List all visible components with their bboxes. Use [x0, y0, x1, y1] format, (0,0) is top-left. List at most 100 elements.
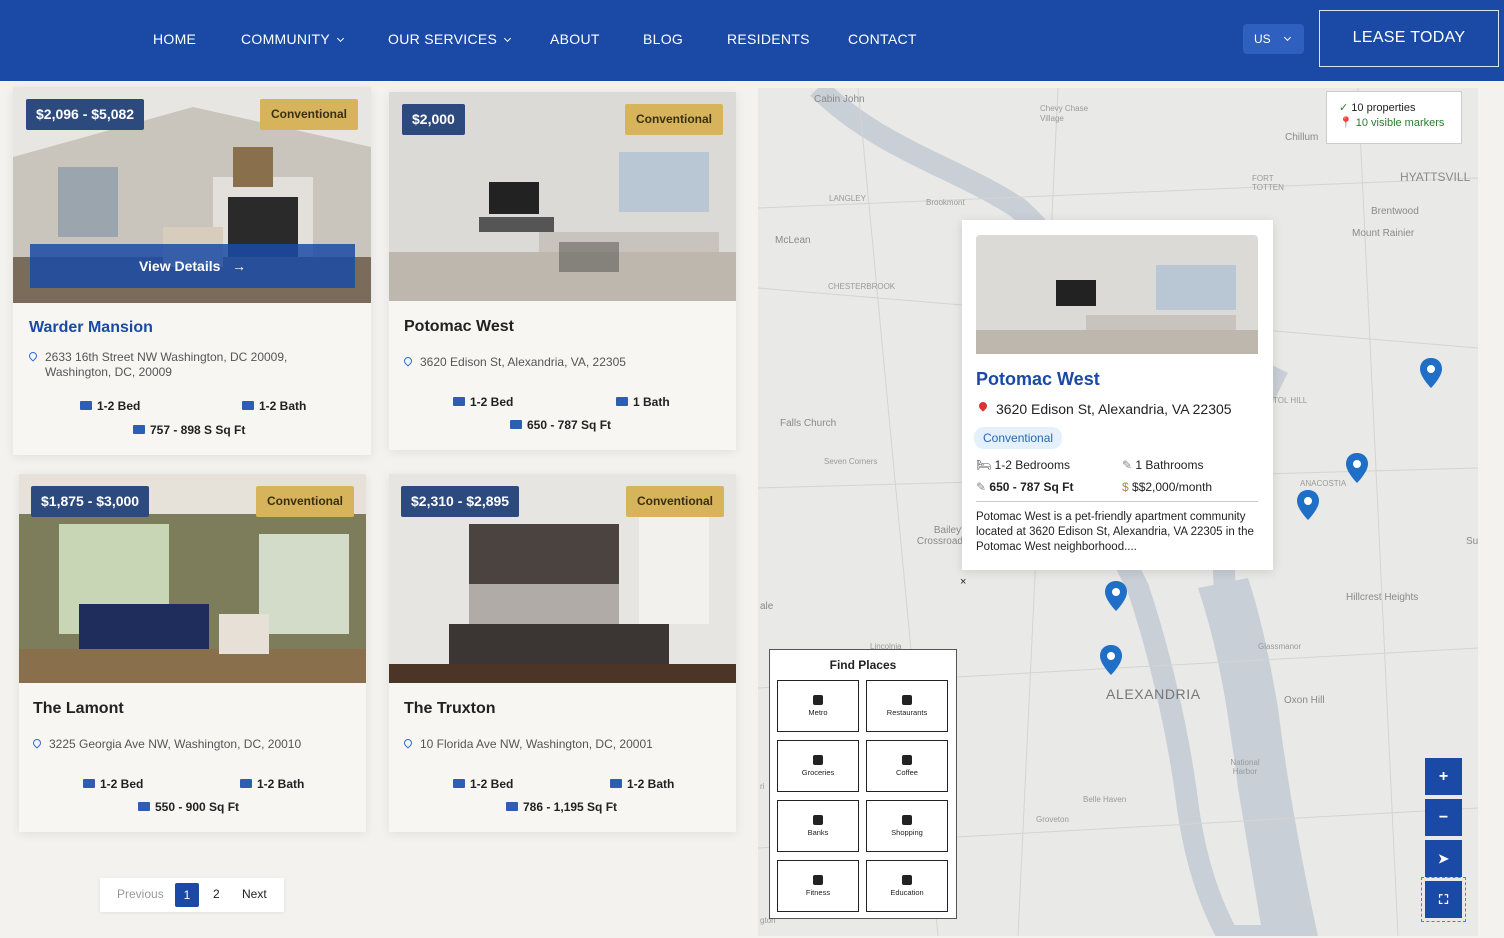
popup-close-button[interactable]: × [960, 576, 966, 588]
view-details-button[interactable]: View Details → [30, 244, 355, 288]
find-groceries-button[interactable]: Groceries [777, 740, 859, 792]
page-2-button[interactable]: 2 [213, 887, 220, 901]
nav-residents[interactable]: RESIDENTS [727, 31, 810, 47]
coffee-icon [902, 755, 912, 765]
property-name[interactable]: Potomac West [404, 318, 514, 336]
ruler-icon [510, 420, 522, 429]
properties-count: 10 properties [1351, 102, 1416, 114]
popup-bedrooms: 🛏 1-2 Bedrooms [976, 458, 1070, 472]
next-page-button[interactable]: Next [242, 887, 267, 901]
property-address: 3620 Edison St, Alexandria, VA, 22305 [402, 355, 704, 370]
bed-text: 1-2 Bed [470, 395, 514, 409]
bath-text: 1-2 Bath [257, 777, 305, 791]
bed-text: 1-2 Bed [100, 777, 144, 791]
popup-rent: $ $$2,000/month [1122, 480, 1212, 494]
property-name[interactable]: The Truxton [404, 700, 496, 718]
property-card-warder[interactable]: $2,096 - $5,082 Conventional View Detail… [13, 87, 371, 455]
map-label: Cabin John [814, 94, 865, 105]
language-select[interactable]: US [1243, 24, 1304, 54]
property-card-potomac[interactable]: $2,000 Conventional Potomac West 3620 Ed… [389, 92, 736, 450]
bath-spec: 1-2 Bath [240, 777, 304, 791]
nav-community[interactable]: COMMUNITY [241, 31, 345, 47]
find-education-button[interactable]: Education [866, 860, 948, 912]
location-pin-icon [402, 355, 414, 367]
page-1-button[interactable]: 1 [175, 883, 199, 907]
chevron-down-icon [336, 34, 345, 43]
metro-icon [813, 695, 823, 705]
address-text: 2633 16th Street NW Washington, DC 20009… [45, 350, 288, 379]
sqft-text: 550 - 900 Sq Ft [155, 800, 240, 814]
map-label: Groveton [1036, 815, 1069, 824]
marker-legend: ✓ 10 properties 📍 10 visible markers [1326, 91, 1462, 144]
nav-blog[interactable]: BLOG [643, 31, 683, 47]
address-text: 10 Florida Ave NW, Washington, DC, 20001 [420, 737, 653, 751]
markers-count: 10 visible markers [1355, 117, 1445, 129]
popup-description: Potomac West is a pet-friendly apartment… [976, 511, 1254, 553]
nav-services-label: OUR SERVICES [388, 31, 498, 47]
sqft-spec: 786 - 1,195 Sq Ft [506, 800, 617, 814]
find-fitness-button[interactable]: Fitness [777, 860, 859, 912]
nav-home[interactable]: HOME [153, 31, 196, 47]
nav-services[interactable]: OUR SERVICES [388, 31, 512, 47]
bed-icon [453, 397, 465, 406]
price-badge: $1,875 - $3,000 [31, 486, 150, 517]
map-label: Brentwood [1371, 206, 1419, 217]
property-name[interactable]: The Lamont [33, 700, 124, 718]
map-marker-icon[interactable] [1100, 645, 1122, 675]
fullscreen-button[interactable]: ⛶ [1421, 877, 1466, 922]
previous-page-button[interactable]: Previous [117, 887, 164, 901]
price-badge: $2,096 - $5,082 [26, 99, 145, 130]
find-restaurants-button[interactable]: Restaurants [866, 680, 948, 732]
legend-markers: 📍 10 visible markers [1339, 116, 1461, 131]
locate-button[interactable]: ➤ [1425, 840, 1462, 877]
sqft-text: 757 - 898 S Sq Ft [150, 423, 246, 437]
find-coffee-button[interactable]: Coffee [866, 740, 948, 792]
property-photo[interactable]: $2,310 - $2,895 Conventional [389, 474, 736, 683]
bathrooms-text: 1 Bathrooms [1135, 458, 1204, 472]
find-banks-button[interactable]: Banks [777, 800, 859, 852]
popup-property-name[interactable]: Potomac West [976, 369, 1100, 390]
property-card-truxton[interactable]: $2,310 - $2,895 Conventional The Truxton… [389, 474, 736, 832]
dumbbell-icon [813, 875, 823, 885]
price-badge: $2,000 [402, 104, 465, 135]
education-icon [902, 875, 912, 885]
nav-about[interactable]: ABOUT [550, 31, 600, 47]
property-photo[interactable]: $2,096 - $5,082 Conventional View Detail… [13, 87, 371, 303]
sqft-text: 650 - 787 Sq Ft [989, 480, 1074, 494]
lease-today-button[interactable]: LEASE TODAY [1319, 10, 1499, 67]
top-nav: HOME COMMUNITY OUR SERVICES ABOUT BLOG R… [0, 0, 1504, 81]
bath-text: 1 Bath [633, 395, 670, 409]
map-label: ri [760, 782, 765, 791]
property-photo[interactable]: $2,000 Conventional [389, 92, 736, 301]
map-label: Falls Church [780, 418, 837, 429]
property-name[interactable]: Warder Mansion [29, 319, 153, 337]
bed-icon [453, 779, 465, 788]
location-pin-icon [27, 350, 39, 362]
rent-text: $$2,000/month [1132, 480, 1213, 494]
find-shopping-button[interactable]: Shopping [866, 800, 948, 852]
popup-type-tag: Conventional [974, 427, 1063, 449]
location-pin-icon [31, 737, 43, 749]
property-card-lamont[interactable]: $1,875 - $3,000 Conventional The Lamont … [19, 474, 366, 832]
view-details-label: View Details [138, 258, 221, 274]
find-metro-button[interactable]: Metro [777, 680, 859, 732]
property-popup: Potomac West 3620 Edison St, Alexandria,… [962, 220, 1273, 570]
map-label: Brookmont [926, 198, 965, 207]
zoom-in-button[interactable]: + [1425, 758, 1462, 795]
popup-photo[interactable] [976, 235, 1258, 354]
nav-contact[interactable]: CONTACT [848, 31, 917, 47]
property-address: 10 Florida Ave NW, Washington, DC, 20001 [402, 737, 704, 752]
cart-icon [813, 755, 823, 765]
bath-spec: 1-2 Bath [610, 777, 674, 791]
map-marker-icon[interactable] [1297, 490, 1319, 520]
address-text: 3225 Georgia Ave NW, Washington, DC, 200… [49, 737, 302, 751]
map-marker-icon[interactable] [1420, 358, 1442, 388]
map-marker-icon[interactable] [1346, 453, 1368, 483]
zoom-out-button[interactable]: − [1425, 799, 1462, 836]
property-photo[interactable]: $1,875 - $3,000 Conventional [19, 474, 366, 683]
map-label: Chevy Chase Village [1040, 104, 1089, 123]
price-badge: $2,310 - $2,895 [401, 486, 520, 517]
map-label: Su [1466, 536, 1478, 547]
map-marker-icon[interactable] [1105, 581, 1127, 611]
pagination: Previous 1 2 Next [100, 878, 284, 912]
